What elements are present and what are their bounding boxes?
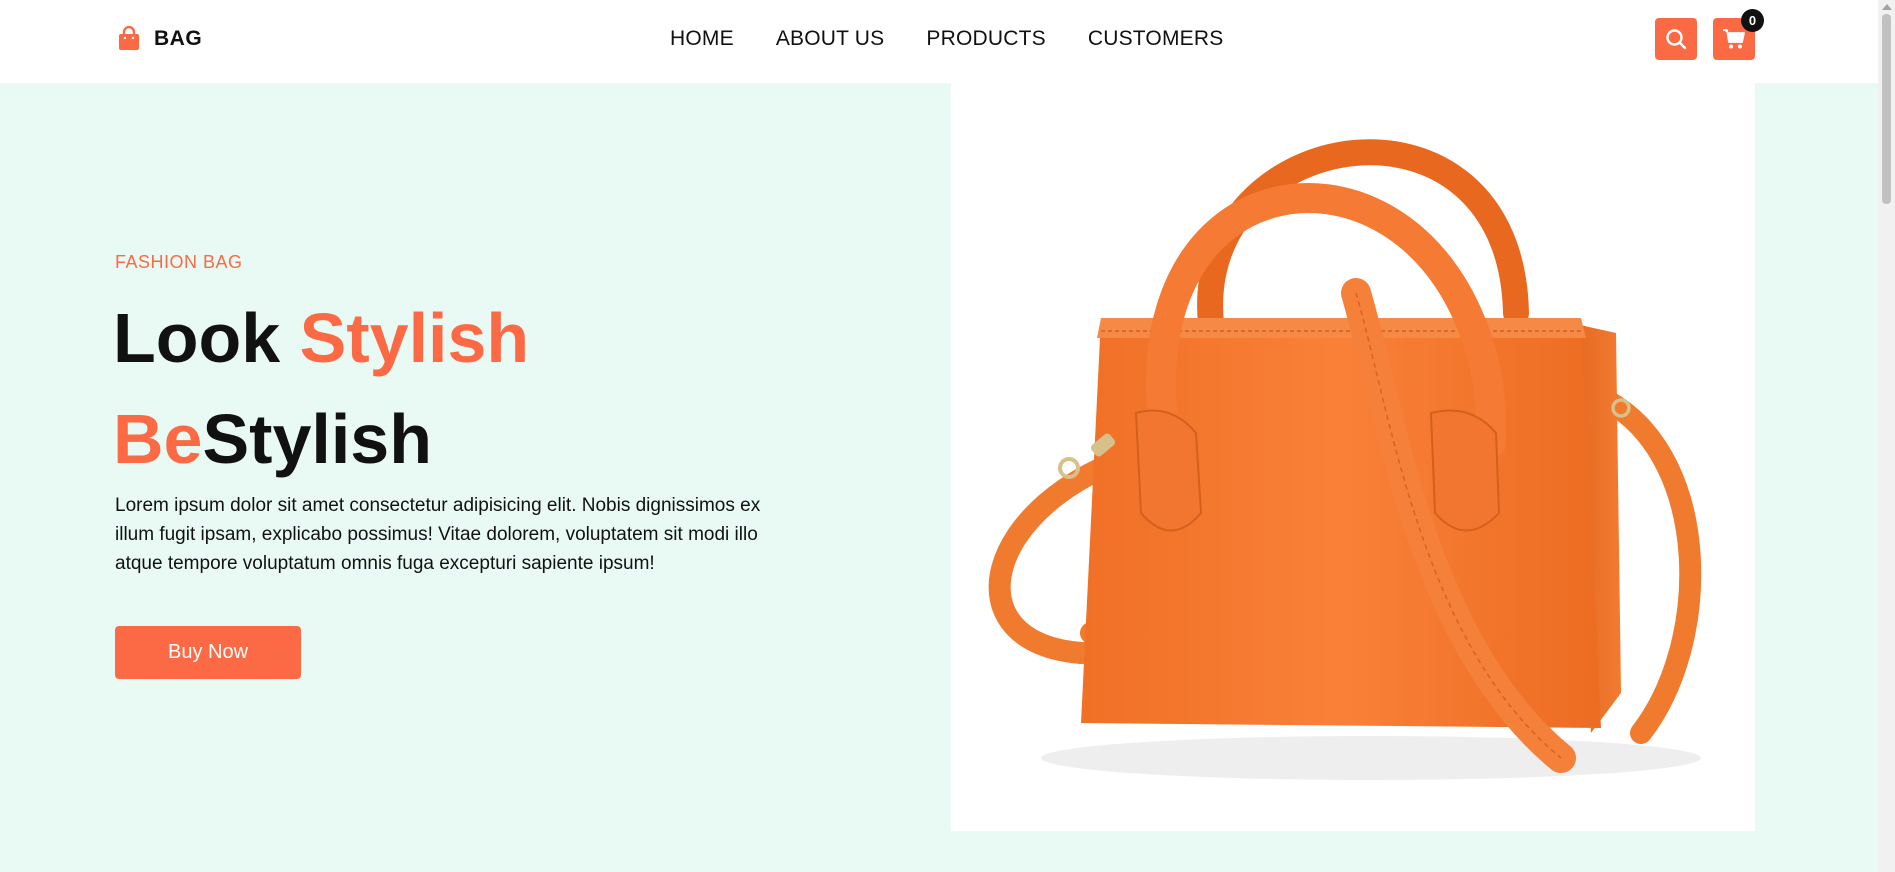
cart-icon	[1723, 29, 1745, 49]
shopping-bag-icon	[119, 26, 139, 50]
nav-about-us[interactable]: ABOUT US	[776, 27, 885, 51]
page-scrollbar[interactable]	[1878, 0, 1895, 872]
hero-headline: Look Stylish BeStylish	[113, 288, 529, 490]
scroll-up-arrow-icon[interactable]	[1882, 4, 1892, 10]
product-image	[951, 83, 1755, 831]
brand-logo[interactable]: BAG	[116, 26, 202, 52]
hero-eyebrow: FASHION BAG	[115, 252, 243, 272]
nav-customers[interactable]: CUSTOMERS	[1088, 27, 1224, 51]
scrollbar-thumb[interactable]	[1882, 14, 1891, 204]
site-header: BAG HOME ABOUT US PRODUCTS CUSTOMERS 0	[0, 0, 1878, 83]
headline-stylish-2: Stylish	[202, 400, 433, 478]
hero-section: FASHION BAG Look Stylish BeStylish Lorem…	[0, 83, 1878, 872]
buy-now-button[interactable]: Buy Now	[115, 626, 301, 679]
headline-stylish-1: Stylish	[299, 299, 530, 377]
search-icon	[1666, 29, 1687, 50]
headline-look: Look	[113, 299, 300, 377]
orange-handbag-illustration	[988, 139, 1702, 780]
main-nav: HOME ABOUT US PRODUCTS CUSTOMERS	[670, 27, 1265, 51]
nav-products[interactable]: PRODUCTS	[926, 27, 1045, 51]
hero-description: Lorem ipsum dolor sit amet consectetur a…	[115, 495, 761, 574]
cart-count-badge: 0	[1741, 9, 1764, 32]
brand-name: BAG	[154, 27, 203, 50]
search-button[interactable]	[1655, 18, 1697, 60]
headline-be: Be	[113, 400, 203, 478]
nav-home[interactable]: HOME	[670, 27, 734, 51]
